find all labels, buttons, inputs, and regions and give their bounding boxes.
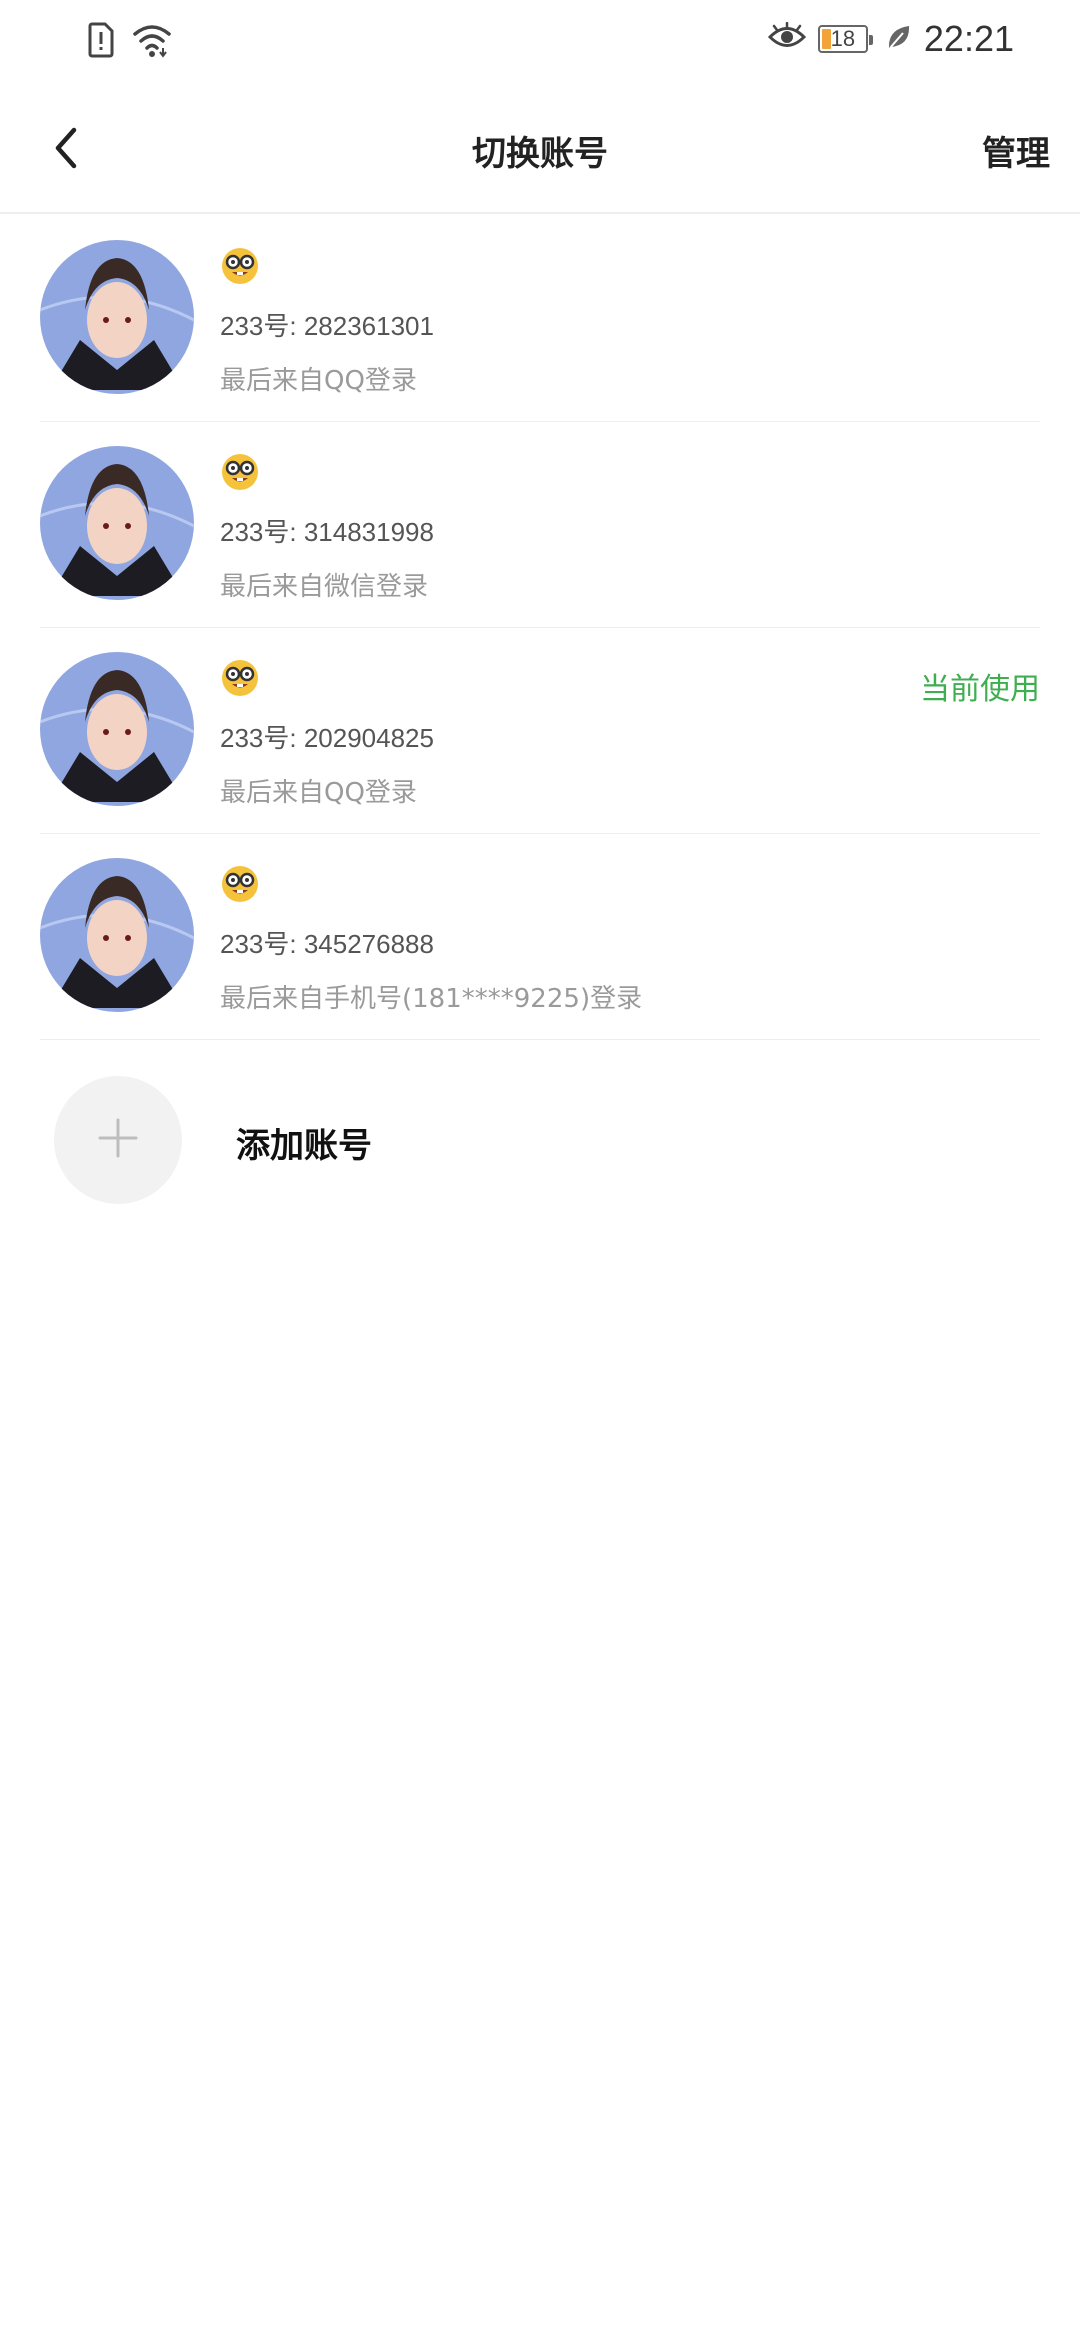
clock: 22:21	[923, 18, 1014, 59]
account-item[interactable]: 233号: 202904825 最后来自QQ登录 当前使用	[40, 628, 1040, 834]
account-id: 233号: 202904825	[220, 723, 434, 753]
avatar	[40, 446, 194, 600]
status-bar: 18 22:21	[0, 0, 1080, 86]
avatar	[40, 858, 194, 1012]
account-item[interactable]: 233号: 345276888 最后来自手机号(181****9225)登录	[40, 834, 1040, 1040]
login-source: 最后来自微信登录	[220, 572, 429, 602]
account-item[interactable]: 233号: 314831998 最后来自微信登录	[40, 422, 1040, 628]
account-item[interactable]: 233号: 282361301 最后来自QQ登录	[40, 216, 1040, 422]
wifi-icon	[132, 22, 172, 62]
manage-button[interactable]: 管理	[982, 126, 1050, 175]
leaf-icon	[886, 23, 912, 55]
login-source: 最后来自QQ登录	[220, 778, 417, 808]
account-list: 233号: 282361301 最后来自QQ登录 233号: 314831998…	[0, 216, 1080, 1040]
account-id: 233号: 282361301	[220, 311, 434, 341]
nerd-face-emoji-icon	[220, 452, 260, 492]
page-title: 切换账号	[472, 134, 608, 174]
plus-icon	[96, 1116, 140, 1164]
login-source: 最后来自手机号(181****9225)登录	[220, 984, 643, 1014]
nerd-face-emoji-icon	[220, 658, 260, 698]
login-source: 最后来自QQ登录	[220, 366, 417, 396]
app-header: 切换账号 管理	[0, 86, 1080, 214]
nerd-face-emoji-icon	[220, 864, 260, 904]
account-id: 233号: 345276888	[220, 929, 434, 959]
current-account-badge: 当前使用	[920, 672, 1040, 707]
sim-alert-icon	[88, 22, 114, 62]
battery-level: 18	[830, 26, 856, 51]
add-account-circle	[54, 1076, 182, 1204]
battery-icon: 18	[817, 25, 873, 53]
avatar	[40, 652, 194, 806]
account-id: 233号: 314831998	[220, 517, 434, 547]
nerd-face-emoji-icon	[220, 246, 260, 286]
avatar	[40, 240, 194, 394]
add-account-label: 添加账号	[236, 1126, 372, 1166]
add-account-button[interactable]: 添加账号	[54, 1076, 554, 1206]
eye-icon	[767, 21, 807, 56]
